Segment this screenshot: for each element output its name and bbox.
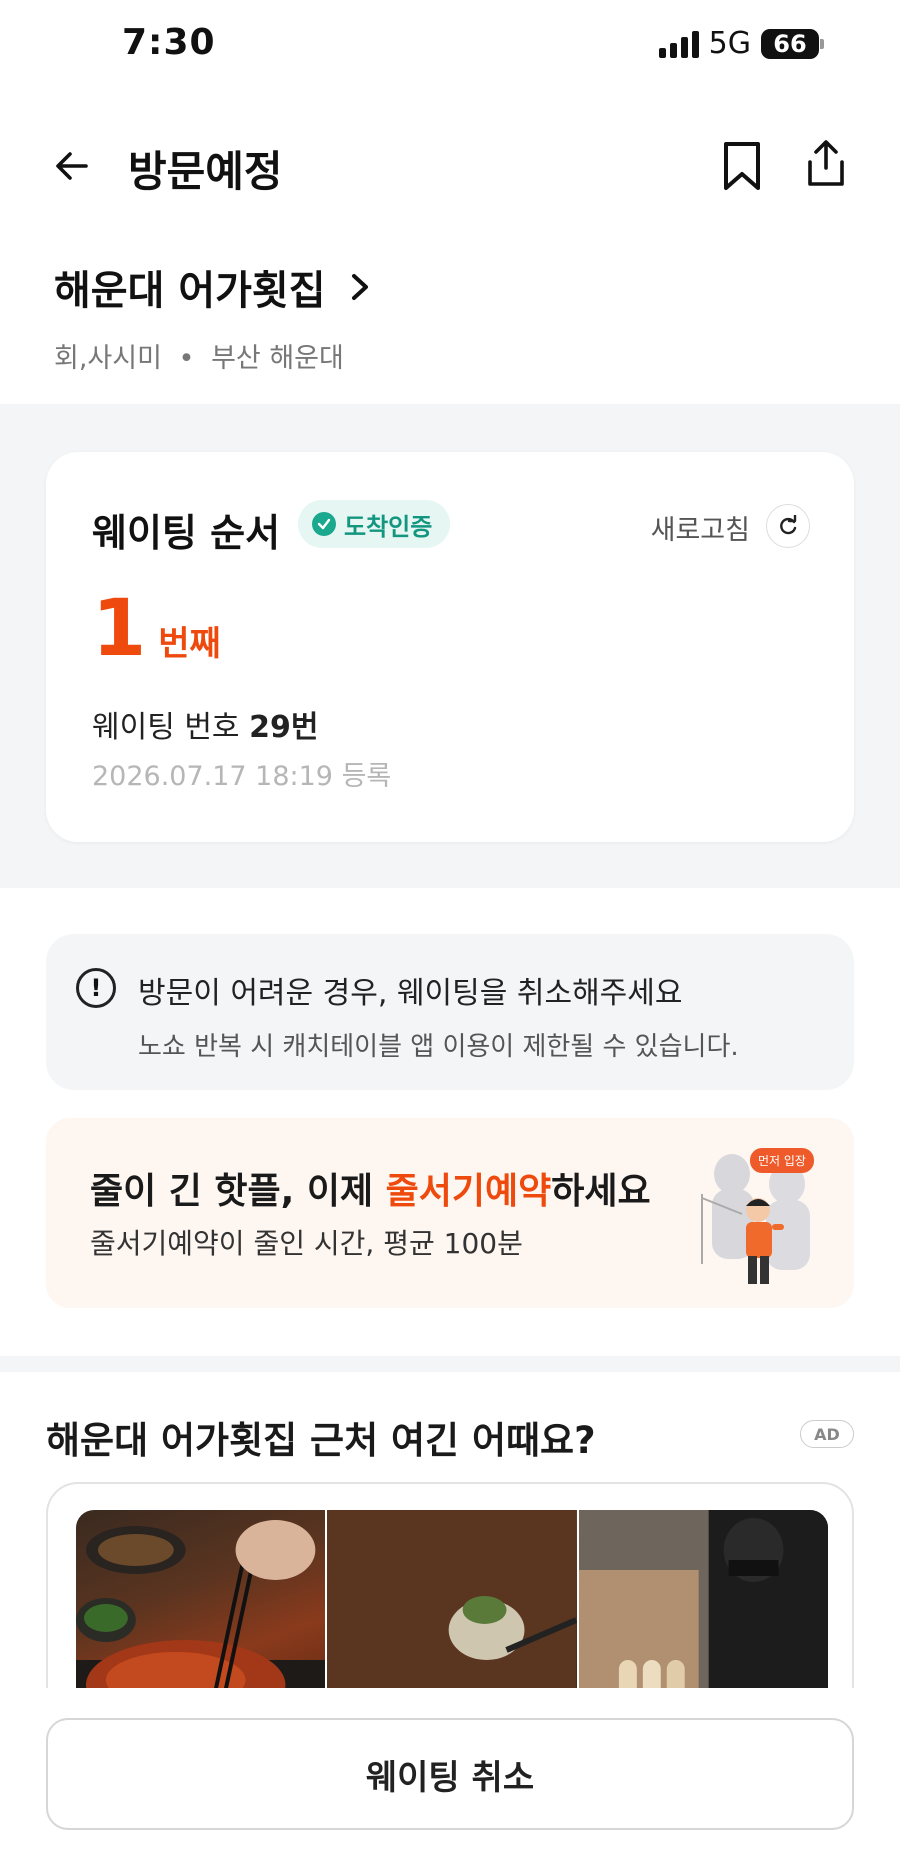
status-indicators: 5G 66: [658, 26, 824, 61]
restaurant-category: 회,사시미: [54, 343, 162, 374]
registered-time: 2026.07.17 18:19 등록: [92, 761, 392, 792]
chevron-right-icon: [351, 274, 368, 300]
waiting-card: 웨이팅 순서 도착인증 새로고침 1 번째 웨이팅 번호 29번 2026.07…: [46, 452, 854, 842]
promo-bubble: 먼저 입장: [750, 1148, 814, 1173]
back-button[interactable]: [46, 140, 98, 192]
section-divider: [0, 1356, 900, 1372]
battery-level: 66: [761, 28, 819, 59]
cancel-notice: ! 방문이 어려운 경우, 웨이팅을 취소해주세요 노쇼 반복 시 캐치테이블 …: [46, 934, 854, 1090]
bottom-bar: 웨이팅 취소: [0, 1688, 900, 1851]
promo-subtitle: 줄서기예약이 줄인 시간, 평균 100분: [90, 1227, 523, 1260]
promo-title-prefix: 줄이 긴 핫플, 이제: [90, 1171, 386, 1212]
queue-number: 1: [92, 584, 147, 674]
refresh-button[interactable]: [766, 504, 810, 548]
bookmark-button[interactable]: [716, 138, 768, 194]
notice-title: 방문이 어려운 경우, 웨이팅을 취소해주세요: [138, 976, 683, 1011]
battery-icon: 66: [761, 28, 824, 59]
bookmark-icon: [724, 142, 760, 190]
restaurant-info: 해운대 어가횟집 회,사시미 • 부산 해운대: [54, 258, 372, 375]
promo-title-highlight: 줄서기예약: [385, 1171, 552, 1212]
check-circle-icon: [312, 512, 336, 536]
restaurant-meta: 회,사시미 • 부산 해운대: [54, 336, 372, 375]
arrival-badge: 도착인증: [298, 500, 451, 548]
share-icon: [808, 140, 844, 186]
waiting-number-value: 29번: [249, 710, 319, 745]
network-type: 5G: [708, 26, 751, 61]
waiting-title: 웨이팅 순서: [92, 511, 281, 555]
queue-position: 1 번째: [92, 590, 221, 668]
header: 방문예정: [0, 120, 900, 210]
promo-title: 줄이 긴 핫플, 이제 줄서기예약하세요: [90, 1162, 651, 1214]
share-button[interactable]: [800, 136, 852, 192]
promo-title-suffix: 하세요: [551, 1171, 651, 1212]
arrival-badge-label: 도착인증: [344, 512, 433, 541]
status-time: 7:30: [122, 22, 216, 63]
meta-separator: •: [178, 343, 195, 374]
restaurant-location: 부산 해운대: [211, 343, 344, 374]
signal-icon: [658, 30, 699, 58]
waiting-section: 웨이팅 순서 도착인증 새로고침 1 번째 웨이팅 번호 29번 2026.07…: [0, 404, 900, 888]
exclamation-circle-icon: !: [76, 968, 116, 1008]
notice-description: 노쇼 반복 시 캐치테이블 앱 이용이 제한될 수 있습니다.: [138, 1032, 739, 1062]
status-bar: 7:30 5G 66: [0, 0, 900, 88]
ad-badge: AD: [800, 1420, 854, 1448]
queue-unit: 번째: [158, 624, 221, 664]
promo-banner[interactable]: 줄이 긴 핫플, 이제 줄서기예약하세요 줄서기예약이 줄인 시간, 평균 10…: [46, 1118, 854, 1308]
cancel-waiting-button[interactable]: 웨이팅 취소: [46, 1718, 854, 1830]
waiting-number-label: 웨이팅 번호: [92, 710, 240, 745]
refresh-label[interactable]: 새로고침: [651, 508, 750, 547]
restaurant-name: 해운대 어가횟집: [54, 268, 326, 314]
restaurant-link[interactable]: 해운대 어가횟집: [54, 258, 372, 316]
arrow-left-icon: [56, 152, 88, 180]
page-title: 방문예정: [128, 147, 283, 196]
waiting-number: 웨이팅 번호 29번: [92, 702, 318, 746]
recommendation-title: 해운대 어가횟집 근처 여긴 어때요?: [46, 1419, 596, 1462]
refresh-icon: [780, 515, 797, 535]
